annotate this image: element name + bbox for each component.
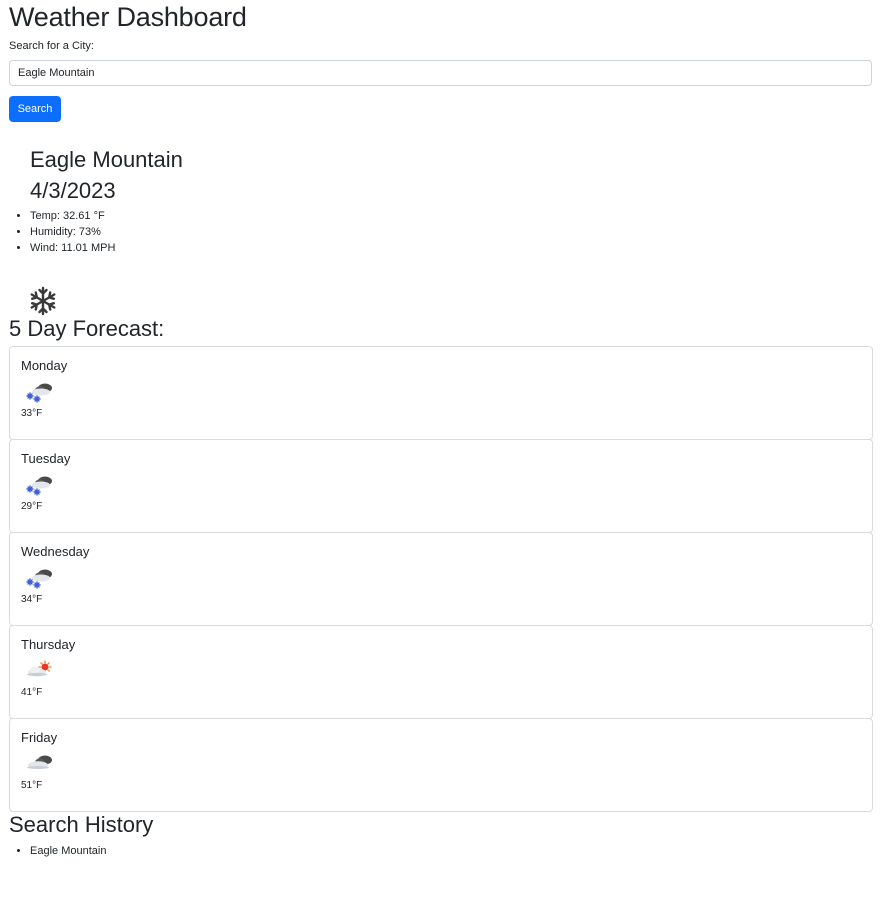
forecast-temp: 29°F: [21, 501, 43, 512]
snow-cloud-icon: [26, 569, 52, 589]
forecast-card-wednesday: Wednesday 34°F: [9, 532, 873, 626]
search-label: Search for a City:: [9, 40, 94, 52]
forecast-temp: 51°F: [21, 780, 43, 791]
forecast-day-name: Friday: [21, 730, 58, 745]
forecast-card-monday: Monday 33°F: [9, 346, 873, 440]
forecast-card-friday: Friday 51°F: [9, 718, 873, 812]
cloud-icon: [27, 755, 52, 769]
forecast-temp: 33°F: [21, 408, 43, 419]
current-stats-list: Temp: 32.61 °F Humidity: 73% Wind: 11.01…: [9, 208, 873, 256]
city-search-input[interactable]: [9, 60, 872, 86]
search-history-list: Eagle Mountain: [9, 844, 873, 858]
forecast-day-name: Monday: [21, 358, 68, 373]
forecast-heading: 5 Day Forecast:: [9, 316, 165, 341]
current-humidity: Humidity: 73%: [30, 224, 873, 240]
forecast-list: Monday 33°F Tuesday 29°F Wednesday 34°F …: [9, 346, 873, 812]
current-city: Eagle Mountain: [30, 147, 183, 172]
current-date: 4/3/2023: [30, 178, 116, 203]
forecast-temp: 41°F: [21, 687, 43, 698]
forecast-day-name: Wednesday: [21, 544, 90, 559]
forecast-day-name: Thursday: [21, 637, 76, 652]
forecast-card-tuesday: Tuesday 29°F: [9, 439, 873, 533]
page-title: Weather Dashboard: [9, 2, 247, 32]
sun-behind-cloud-icon: [27, 660, 52, 677]
weather-dashboard-page: Weather Dashboard Search for a City: Sea…: [0, 0, 882, 921]
forecast-day-name: Tuesday: [21, 451, 71, 466]
current-wind: Wind: 11.01 MPH: [30, 240, 873, 256]
snow-cloud-icon: [26, 383, 52, 403]
history-item[interactable]: Eagle Mountain: [30, 844, 873, 858]
search-button[interactable]: Search: [9, 96, 61, 122]
snowflake-icon: [30, 286, 56, 316]
snow-cloud-icon: [26, 476, 52, 496]
search-history-heading: Search History: [9, 812, 154, 837]
current-temp: Temp: 32.61 °F: [30, 208, 873, 224]
forecast-card-thursday: Thursday 41°F: [9, 625, 873, 719]
current-weather: Eagle Mountain 4/3/2023 Temp: 32.61 °F H…: [9, 144, 873, 316]
forecast-temp: 34°F: [21, 594, 43, 605]
